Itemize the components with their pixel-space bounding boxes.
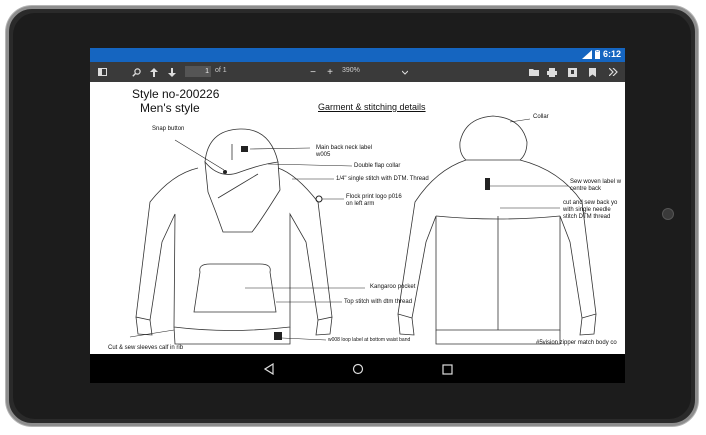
pdf-toolbar: 1 of 1 − + 390%: [90, 62, 625, 82]
neck-label-mark: [241, 146, 248, 152]
label-snap-button: Snap button: [152, 126, 185, 132]
back-body: [397, 159, 597, 331]
label-kangaroo: Kangaroo pocket: [370, 284, 416, 290]
front-body: [135, 167, 333, 331]
next-page-icon[interactable]: [166, 65, 178, 79]
label-cut-sew-sleeves: Cut & sew sleeves calf in rib: [108, 345, 184, 351]
print-icon[interactable]: [546, 65, 558, 79]
zoom-in-button[interactable]: +: [324, 65, 336, 79]
pdf-page: Style no-200226 Men's style Garment & st…: [90, 82, 625, 354]
sidebar-toggle-icon[interactable]: [96, 65, 108, 79]
zoom-out-button[interactable]: −: [307, 65, 319, 79]
flock-logo-mark: [315, 195, 323, 203]
signal-icon: [581, 49, 592, 59]
front-hood: [204, 128, 279, 163]
back-label-mark: [485, 178, 490, 190]
more-tools-icon[interactable]: [607, 65, 619, 79]
label-woven-2: centre back: [570, 186, 602, 192]
bookmark-icon[interactable]: [586, 65, 598, 79]
previous-page-icon[interactable]: [148, 65, 160, 79]
label-cut-back-1: cut and sew back yo: [563, 200, 618, 206]
label-loop: w008 loop label at bottom waist band: [328, 337, 411, 343]
label-woven-1: Sew woven label w: [570, 179, 622, 185]
page-count: of 1: [215, 67, 227, 74]
hoodie-sketch: [129, 115, 597, 345]
status-icons: 6:12: [581, 49, 621, 59]
status-bar: 6:12: [90, 48, 625, 62]
chevron-down-icon[interactable]: [400, 65, 410, 79]
device-screen: 6:12 1 of 1 − + 390% Style no-200226 Men…: [90, 48, 625, 383]
label-main-neck-2: w005: [316, 152, 331, 158]
zoom-select[interactable]: 390%: [342, 67, 360, 74]
label-cut-back-2: with single needle: [563, 207, 611, 213]
label-main-neck-1: Main back neck label: [316, 145, 373, 151]
status-time: 6:12: [602, 49, 621, 59]
search-icon[interactable]: [130, 65, 142, 79]
front-collar: [204, 160, 281, 233]
camera-icon: [662, 208, 674, 220]
navigation-bar: [90, 354, 625, 383]
back-hood: [459, 115, 528, 161]
label-single-stitch: 1/4" single stitch with DTM. Thread: [336, 176, 429, 182]
recents-nav-icon[interactable]: [438, 360, 456, 378]
label-zipper: #5vision zipper match body co: [536, 340, 617, 346]
download-icon[interactable]: [566, 65, 578, 79]
snap-button-mark: [223, 170, 227, 174]
home-nav-icon[interactable]: [349, 360, 367, 378]
loop-label-mark: [274, 332, 282, 340]
label-flock-2: on left arm: [346, 201, 375, 207]
back-nav-icon[interactable]: [260, 360, 278, 378]
label-double-flap: Double flap collar: [354, 163, 401, 169]
battery-icon: [594, 49, 600, 59]
label-collar: Collar: [533, 114, 549, 120]
page-number-input[interactable]: 1: [185, 66, 211, 77]
label-cut-back-3: stitch DTM thread: [563, 214, 611, 220]
open-file-icon[interactable]: [528, 65, 540, 79]
label-top-stitch: Top stitch with dtm thread: [344, 299, 413, 305]
label-flock-1: Flock print logo p016: [346, 194, 402, 200]
